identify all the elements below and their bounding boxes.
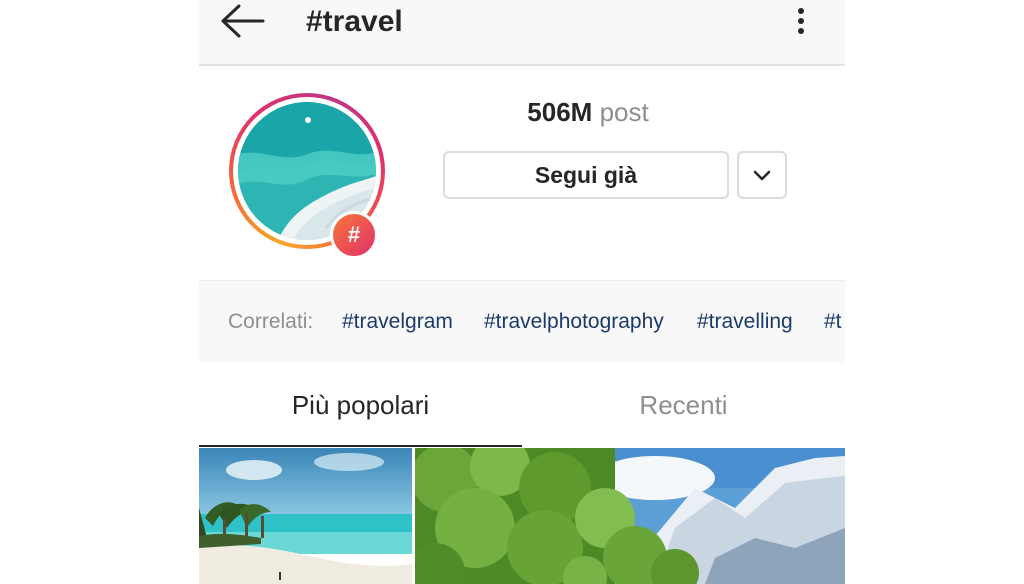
arrow-left-icon xyxy=(221,4,265,38)
chevron-down-icon xyxy=(753,170,771,181)
grid-post-mountains[interactable] xyxy=(415,448,845,584)
options-dropdown-button[interactable] xyxy=(737,151,787,199)
post-count-value: 506M xyxy=(527,97,593,127)
tab-recent[interactable]: Recenti xyxy=(522,363,845,447)
feed-tabs: Più popolari Recenti xyxy=(199,363,845,447)
related-label: Correlati: xyxy=(228,310,314,333)
back-button[interactable] xyxy=(219,2,267,42)
hashtag-header: # 506M post Segui già xyxy=(199,66,845,280)
grid-post-beach[interactable] xyxy=(199,448,412,584)
related-hashtags-bar: Correlati: #travelgram #travelphotograph… xyxy=(199,280,845,364)
more-options-button[interactable] xyxy=(789,4,813,40)
top-bar: #travel xyxy=(199,0,845,66)
more-vertical-icon xyxy=(798,8,804,34)
related-tag-partial[interactable]: #t xyxy=(824,309,842,335)
tab-top-posts[interactable]: Più popolari xyxy=(199,363,522,447)
post-grid xyxy=(199,448,845,584)
related-tag-travelling[interactable]: #travelling xyxy=(697,309,793,335)
hashtag-screen: #travel # 506M post Segui già Correlati:… xyxy=(199,0,845,584)
post-count-label: post xyxy=(599,97,649,127)
page-title: #travel xyxy=(306,5,403,38)
active-tab-indicator xyxy=(199,445,522,447)
hashtag-badge-icon: # xyxy=(330,211,378,259)
related-tag-travelphotography[interactable]: #travelphotography xyxy=(484,309,664,335)
post-count: 506M post xyxy=(443,95,733,129)
following-button[interactable]: Segui già xyxy=(443,151,729,199)
related-tag-travelgram[interactable]: #travelgram xyxy=(342,309,453,335)
